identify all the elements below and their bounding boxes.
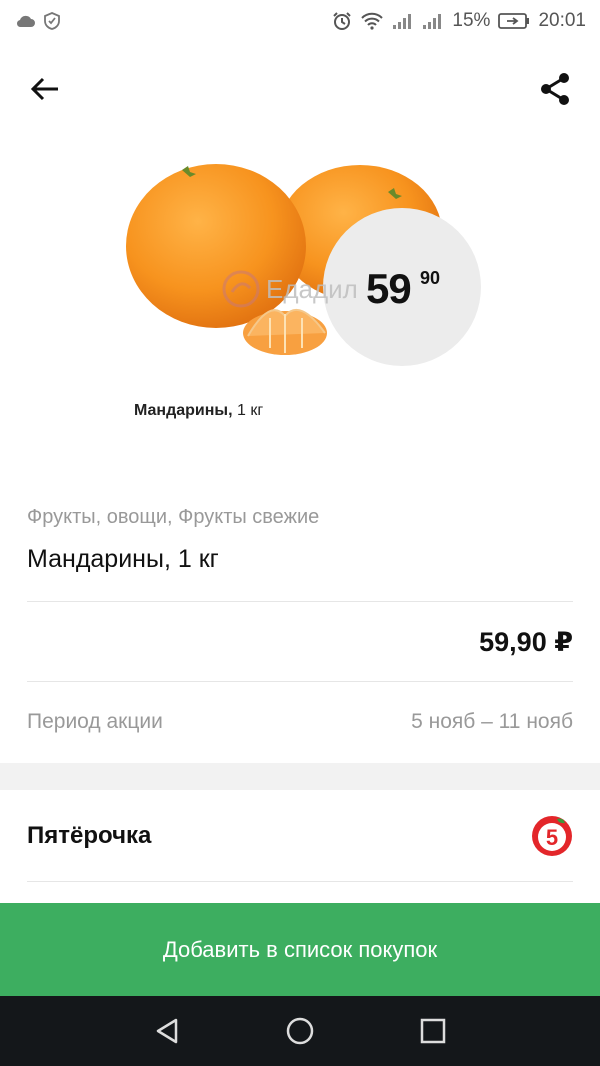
divider [27, 601, 573, 602]
signal-icon [392, 12, 414, 30]
store-name[interactable]: Пятёрочка [27, 822, 151, 850]
store-logo-text: 5 [546, 825, 558, 850]
period-label: Период акции [27, 710, 163, 733]
hero-caption: Мандарины, 1 кг [134, 402, 263, 420]
alarm-icon [332, 11, 352, 31]
battery-percent: 15% [452, 10, 491, 31]
system-nav-bar [0, 996, 600, 1066]
store-logo-icon[interactable]: 5 [531, 815, 573, 857]
status-left [16, 12, 60, 30]
share-icon [541, 73, 569, 105]
nav-home-button[interactable] [280, 1011, 320, 1051]
product-category: Фрукты, овощи, Фрукты свежие [27, 506, 320, 528]
shield-icon [44, 12, 60, 30]
watermark-text: Едадил [266, 273, 358, 304]
status-bar: 15% 20:01 [0, 0, 600, 42]
nav-recents-button[interactable] [413, 1011, 453, 1051]
divider [27, 881, 573, 882]
add-to-list-label: Добавить в список покупок [162, 936, 438, 962]
period-value: 5 нояб – 11 нояб [411, 710, 573, 733]
divider [27, 681, 573, 682]
cloud-icon [16, 14, 36, 28]
hero-caption-unit: 1 кг [236, 402, 264, 419]
hero-price-main: 59 [366, 265, 412, 312]
signal-icon-2 [422, 12, 444, 30]
battery-icon [498, 13, 530, 29]
product-hero: Едадил 59 90 Мандарины, 1 кг [0, 130, 600, 460]
back-triangle-icon [156, 1018, 177, 1044]
section-separator [0, 763, 600, 790]
hero-price-cents: 90 [420, 268, 441, 288]
hero-caption-name: Мандарины, [134, 402, 233, 419]
home-circle-icon [286, 1017, 314, 1045]
back-button[interactable] [20, 64, 70, 114]
add-to-list-button[interactable]: Добавить в список покупок [0, 903, 600, 996]
status-right: 15% 20:01 [332, 10, 586, 32]
product-price: 59,90 ₽ [479, 627, 573, 657]
top-bar [0, 56, 600, 118]
watermark: Едадил [222, 270, 358, 308]
edadil-logo-icon [222, 270, 260, 308]
recents-square-icon [421, 1018, 446, 1044]
wifi-icon [360, 12, 384, 30]
product-title: Мандарины, 1 кг [27, 545, 219, 573]
back-arrow-icon [30, 77, 58, 101]
share-button[interactable] [530, 64, 580, 114]
clock: 20:01 [538, 10, 586, 31]
nav-back-button[interactable] [147, 1011, 187, 1051]
